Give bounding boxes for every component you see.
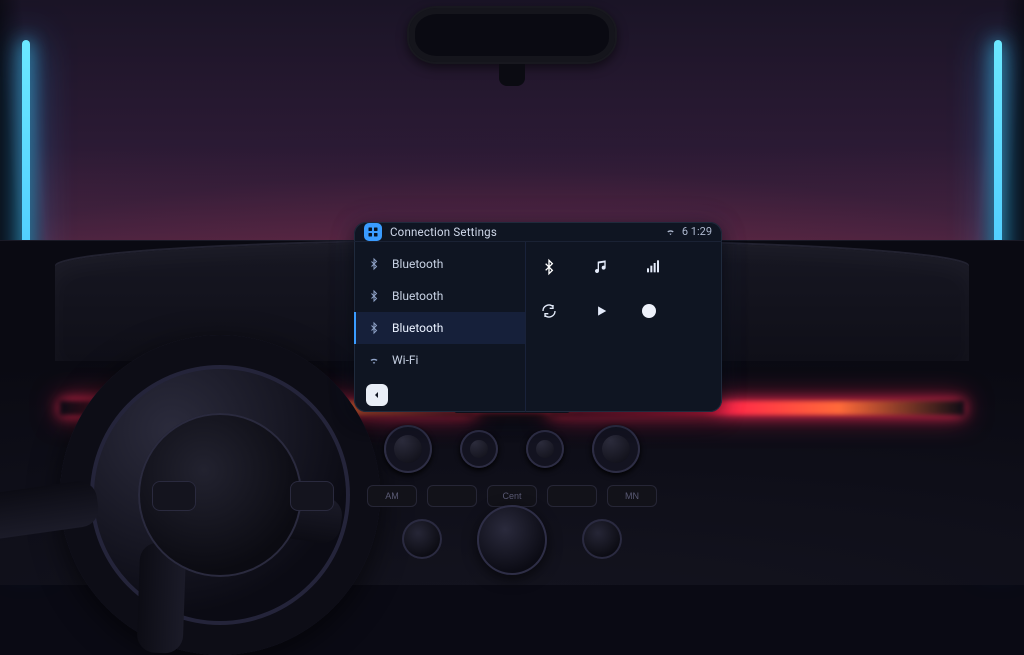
bluetooth-icon [366, 321, 382, 335]
climate-knob-mid-2[interactable] [526, 430, 564, 468]
screen-title: Connection Settings [390, 225, 497, 239]
climate-knob-right[interactable] [592, 425, 640, 473]
menu-item-label: Bluetooth [392, 321, 443, 335]
wifi-status-icon [665, 226, 676, 237]
steering-wheel[interactable] [60, 335, 380, 655]
console-button[interactable] [427, 485, 477, 507]
wheel-button-pad-right[interactable] [290, 481, 334, 511]
climate-knob-left[interactable] [384, 425, 432, 473]
infotainment-screen: Connection Settings 6 1:29 Bluetooth [354, 222, 722, 412]
menu-item-bluetooth[interactable]: Bluetooth [354, 312, 525, 344]
menu-item-wifi[interactable]: Wi-Fi [354, 344, 525, 376]
bluetooth-icon [366, 289, 382, 303]
menu-item-bluetooth[interactable]: Bluetooth [354, 248, 525, 280]
rearview-mirror [407, 6, 617, 64]
music-icon[interactable] [590, 256, 612, 278]
car-interior-scene: 12:21 AM Cent MN [0, 0, 1024, 585]
bluetooth-icon[interactable] [538, 256, 560, 278]
panel-icon-row-1 [538, 256, 710, 278]
sync-icon[interactable] [538, 300, 560, 322]
settings-menu: Bluetooth Bluetooth Bluetooth [354, 242, 526, 412]
climate-knob-mid-1[interactable] [460, 430, 498, 468]
console-button[interactable] [547, 485, 597, 507]
menu-item-label: Bluetooth [392, 289, 443, 303]
center-console: 12:21 AM Cent MN [362, 385, 662, 585]
panel-icon-row-2 [538, 300, 710, 322]
wifi-icon [366, 354, 382, 366]
screen-header: Connection Settings 6 1:29 [354, 222, 722, 242]
bluetooth-icon [366, 257, 382, 271]
jog-dial[interactable] [477, 505, 547, 575]
signal-icon[interactable] [642, 256, 664, 278]
settings-panel [526, 242, 722, 412]
record-icon[interactable] [642, 304, 656, 318]
play-icon[interactable] [590, 300, 612, 322]
app-icon [364, 223, 382, 241]
back-button[interactable] [366, 384, 388, 406]
jog-side-right[interactable] [582, 519, 622, 559]
menu-item-label: Bluetooth [392, 257, 443, 271]
wheel-button-pad-left[interactable] [152, 481, 196, 511]
jog-side-left[interactable] [402, 519, 442, 559]
console-button[interactable]: Cent [487, 485, 537, 507]
console-button[interactable]: MN [607, 485, 657, 507]
status-bar: 6 1:29 [665, 225, 712, 238]
menu-item-label: Wi-Fi [392, 353, 418, 367]
menu-item-bluetooth[interactable]: Bluetooth [354, 280, 525, 312]
console-button[interactable]: AM [367, 485, 417, 507]
console-button-row: AM Cent MN [362, 485, 662, 507]
status-clock: 6 1:29 [682, 225, 712, 238]
